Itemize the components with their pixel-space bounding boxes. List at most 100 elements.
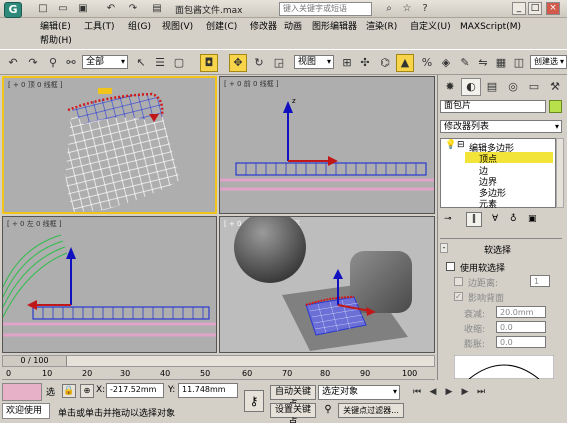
time-slider-thumb[interactable]: 0 / 100 bbox=[3, 356, 67, 366]
welcome-field[interactable]: 欢迎使用 bbox=[2, 403, 50, 419]
menu-help[interactable]: 帮助(H) bbox=[40, 35, 72, 48]
move-icon[interactable]: ✥ bbox=[229, 54, 247, 72]
hierarchy-tab-icon[interactable]: ▤ bbox=[482, 78, 502, 96]
object-color-swatch[interactable] bbox=[549, 100, 562, 113]
menu-graph-editors[interactable]: 图形编辑器 bbox=[312, 21, 357, 34]
x-coordinate-field[interactable]: -217.52mm bbox=[106, 383, 164, 398]
make-unique-icon[interactable]: ∀ bbox=[492, 214, 498, 224]
menu-rendering[interactable]: 渲染(R) bbox=[366, 21, 397, 34]
redo-icon[interactable]: ↷ bbox=[126, 3, 140, 15]
app-icon[interactable]: G bbox=[4, 2, 22, 18]
edge-distance-field[interactable]: 1 bbox=[530, 275, 550, 287]
menu-group[interactable]: 组(G) bbox=[128, 21, 151, 34]
select-object-icon[interactable]: ↖ bbox=[132, 54, 150, 72]
absolute-mode-icon[interactable]: ⊕ bbox=[80, 384, 94, 398]
stack-item-element[interactable]: 元素 bbox=[479, 197, 497, 210]
close-button[interactable]: × bbox=[546, 2, 560, 15]
modify-tab-icon[interactable]: ◐ bbox=[461, 78, 481, 96]
angle-snap-icon[interactable]: ▲ bbox=[396, 54, 414, 72]
undo-icon[interactable]: ↶ bbox=[104, 3, 118, 15]
rotate-icon[interactable]: ↻ bbox=[250, 54, 268, 72]
save-icon[interactable]: ▣ bbox=[76, 3, 90, 15]
percent-snap-icon[interactable]: % bbox=[418, 54, 436, 72]
reference-coordinate-dropdown[interactable]: 视图 bbox=[294, 55, 334, 69]
time-slider[interactable]: 0 / 100 bbox=[2, 355, 435, 367]
create-tab-icon[interactable]: ✸ bbox=[440, 78, 460, 96]
lock-selection-icon[interactable]: 🔒 bbox=[62, 384, 76, 398]
remove-modifier-icon[interactable]: ♁ bbox=[510, 214, 517, 224]
layer-icon[interactable]: ◫ bbox=[510, 54, 528, 72]
select-by-name-icon[interactable]: ☰ bbox=[151, 54, 169, 72]
minimize-button[interactable]: _ bbox=[512, 2, 526, 15]
unlink-icon[interactable]: ⚯ bbox=[62, 54, 80, 72]
play-icon[interactable]: ▶ bbox=[442, 385, 456, 399]
redo-toolbar-icon[interactable]: ↷ bbox=[24, 54, 42, 72]
prev-frame-icon[interactable]: ◀ bbox=[426, 385, 440, 399]
search-input[interactable]: 键入关键字或短语 bbox=[279, 2, 372, 16]
search-icon[interactable]: ⌕ bbox=[382, 3, 396, 15]
align-icon[interactable]: ▦ bbox=[492, 54, 510, 72]
stack-bulb-icon[interactable]: 💡 bbox=[445, 140, 456, 150]
pivot-icon[interactable]: ⊞ bbox=[338, 54, 356, 72]
goto-start-icon[interactable]: ⏮ bbox=[410, 385, 424, 399]
spinner-snap-icon[interactable]: ◈ bbox=[437, 54, 455, 72]
help-icon[interactable]: ? bbox=[418, 3, 432, 15]
modifier-list-dropdown[interactable]: 修改器列表 bbox=[440, 120, 562, 133]
track-bar[interactable]: 0 10 20 30 40 50 60 70 80 90 100 bbox=[2, 367, 435, 380]
mirror-icon[interactable]: ⇋ bbox=[474, 54, 492, 72]
menu-view[interactable]: 视图(V) bbox=[162, 21, 193, 34]
stack-expand-icon[interactable]: ⊟ bbox=[457, 140, 465, 150]
menu-edit[interactable]: 编辑(E) bbox=[40, 21, 71, 34]
region-select-icon[interactable]: ▢ bbox=[170, 54, 188, 72]
menu-customize[interactable]: 自定义(U) bbox=[410, 21, 451, 34]
new-icon[interactable]: □ bbox=[36, 3, 50, 15]
viewport-left[interactable]: [ + 0 左 0 线框 ] bbox=[2, 216, 217, 353]
viewport-camera[interactable]: [ + 0 Camera001 0 平 bbox=[219, 216, 435, 353]
edge-distance-checkbox[interactable] bbox=[454, 277, 463, 286]
y-coordinate-field[interactable]: 11.748mm bbox=[178, 383, 238, 398]
affect-backfacing-checkbox[interactable]: ✓ bbox=[454, 292, 463, 301]
rollout-toggle[interactable]: - bbox=[440, 243, 448, 253]
edit-named-sel-icon[interactable]: ✎ bbox=[456, 54, 474, 72]
star-icon[interactable]: ☆ bbox=[400, 3, 414, 15]
menu-tools[interactable]: 工具(T) bbox=[84, 21, 115, 34]
open-icon[interactable]: ▭ bbox=[56, 3, 70, 15]
maxscript-listener[interactable] bbox=[2, 383, 42, 401]
bubble-field[interactable]: 0.0 bbox=[496, 336, 546, 348]
link-icon[interactable]: ⚲ bbox=[44, 54, 62, 72]
project-folder-icon[interactable]: ▤ bbox=[150, 3, 164, 15]
stack-item-vertex[interactable]: 顶点 bbox=[465, 152, 553, 165]
display-tab-icon[interactable]: ▭ bbox=[524, 78, 544, 96]
goto-end-icon[interactable]: ⏭ bbox=[474, 385, 488, 399]
use-soft-selection-checkbox[interactable] bbox=[446, 262, 455, 271]
pin-stack-icon[interactable]: ⊸ bbox=[444, 214, 452, 224]
set-key-button[interactable]: 设置关键点 bbox=[270, 403, 316, 423]
menu-create[interactable]: 创建(C) bbox=[206, 21, 237, 34]
window-crossing-icon[interactable]: ◘ bbox=[200, 54, 218, 72]
scale-icon[interactable]: ◲ bbox=[270, 54, 288, 72]
auto-key-button[interactable]: 自动关键点 bbox=[270, 385, 316, 410]
falloff-field[interactable]: 20.0mm bbox=[496, 306, 546, 318]
menu-maxscript[interactable]: MAXScript(M) bbox=[460, 21, 521, 34]
pinch-field[interactable]: 0.0 bbox=[496, 321, 546, 333]
viewport-front[interactable]: [ + 0 前 0 线框 ] z bbox=[219, 76, 435, 214]
selection-filter-dropdown[interactable]: 全部 bbox=[82, 55, 128, 69]
snap-icon[interactable]: ⌬ bbox=[376, 54, 394, 72]
motion-tab-icon[interactable]: ◎ bbox=[503, 78, 523, 96]
key-target-dropdown[interactable]: 选定对象 bbox=[318, 385, 400, 400]
soft-selection-title[interactable]: 软选择 bbox=[484, 243, 511, 256]
show-end-result-icon[interactable]: ‖ bbox=[466, 212, 482, 227]
key-icon[interactable]: ⚲ bbox=[322, 404, 334, 417]
object-name-field[interactable]: 面包片 bbox=[440, 100, 546, 113]
create-selection-set-dropdown[interactable]: 创建选 bbox=[530, 55, 567, 69]
menu-modifiers[interactable]: 修改器 bbox=[250, 21, 277, 34]
key-mode-icon[interactable]: ⚷ bbox=[244, 390, 264, 412]
stack-scrollbar[interactable] bbox=[556, 138, 564, 208]
viewport-top[interactable]: [ + 0 顶 0 线框 ] bbox=[2, 76, 217, 214]
utilities-tab-icon[interactable]: ⚒ bbox=[545, 78, 565, 96]
next-frame-icon[interactable]: ▶ bbox=[458, 385, 472, 399]
menu-animation[interactable]: 动画 bbox=[284, 21, 302, 34]
select-manipulate-icon[interactable]: ✣ bbox=[356, 54, 374, 72]
undo-toolbar-icon[interactable]: ↶ bbox=[4, 54, 22, 72]
maximize-button[interactable]: □ bbox=[528, 2, 542, 15]
